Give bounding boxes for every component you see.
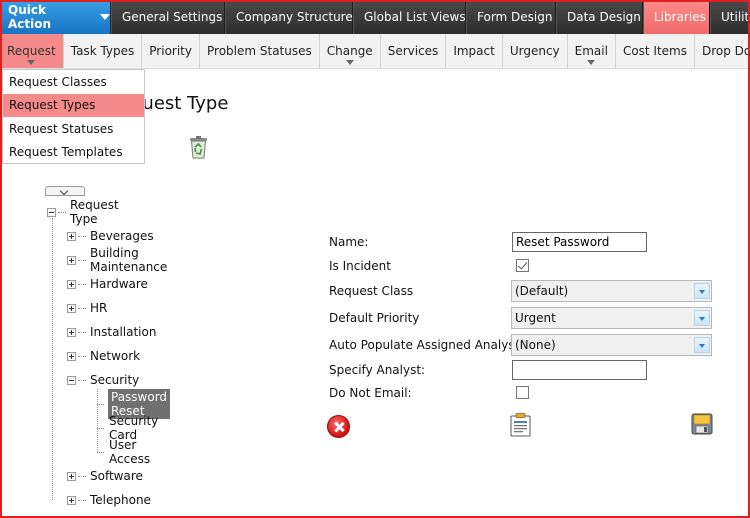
do-not-email-label: Do Not Email: bbox=[329, 386, 412, 400]
collapse-toggle-button[interactable] bbox=[45, 186, 85, 196]
nav-data-design[interactable]: Data Design bbox=[556, 0, 643, 34]
tree-node-network[interactable]: Network bbox=[67, 347, 143, 365]
expand-icon[interactable] bbox=[67, 255, 76, 265]
auto-populate-select[interactable]: (None) bbox=[511, 334, 712, 356]
expand-icon[interactable] bbox=[67, 351, 76, 361]
clipboard-icon[interactable] bbox=[510, 413, 531, 437]
save-icon[interactable] bbox=[691, 413, 713, 435]
subnav-problem-statuses[interactable]: Problem Statuses bbox=[200, 34, 320, 68]
tree-node-user-access[interactable]: User Access bbox=[97, 438, 153, 466]
chevron-down-icon bbox=[27, 60, 36, 65]
subnav-email[interactable]: Email bbox=[568, 34, 616, 68]
subnav-request-label: Request bbox=[7, 44, 56, 58]
tree-node-beverages[interactable]: Beverages bbox=[67, 227, 157, 245]
nav-libraries[interactable]: Libraries bbox=[643, 0, 710, 34]
tree-node-security[interactable]: Security bbox=[67, 371, 142, 389]
tree-node-security-card[interactable]: Security Card bbox=[97, 414, 161, 442]
nav-global-list-views[interactable]: Global List Views bbox=[353, 0, 466, 34]
specify-analyst-input[interactable] bbox=[512, 360, 647, 380]
library-subnav: Request Task Types Priority Problem Stat… bbox=[0, 34, 750, 69]
tree-node-label: Software bbox=[90, 469, 143, 483]
tree-node-label: User Access bbox=[109, 438, 151, 466]
do-not-email-checkbox[interactable] bbox=[516, 386, 529, 399]
auto-populate-label: Auto Populate Assigned Analyst: bbox=[329, 338, 524, 352]
tree-node-installation[interactable]: Installation bbox=[67, 323, 159, 341]
subnav-impact[interactable]: Impact bbox=[446, 34, 503, 68]
default-priority-value: Urgent bbox=[515, 311, 556, 325]
menu-item-request-classes[interactable]: Request Classes bbox=[3, 70, 144, 94]
chevron-down-icon[interactable] bbox=[694, 283, 710, 299]
tree-guide-line bbox=[52, 218, 53, 500]
request-class-value: (Default) bbox=[515, 284, 569, 298]
chevron-down-icon bbox=[587, 60, 596, 65]
tree-node-building-maintenance[interactable]: Building Maintenance bbox=[67, 246, 170, 274]
tree-node-label: Telephone bbox=[90, 493, 151, 507]
chevron-down-icon[interactable] bbox=[694, 337, 710, 353]
chevron-down-icon bbox=[345, 60, 354, 65]
tree-node-hr[interactable]: HR bbox=[67, 299, 110, 317]
tree-node-hardware[interactable]: Hardware bbox=[67, 275, 151, 293]
menu-item-request-templates[interactable]: Request Templates bbox=[3, 141, 144, 165]
menu-item-request-types[interactable]: Request Types bbox=[3, 93, 144, 117]
collapse-icon[interactable] bbox=[67, 375, 76, 385]
tree-node-label: Network bbox=[90, 349, 141, 363]
tree-node-label: HR bbox=[90, 301, 108, 315]
nav-general-settings[interactable]: General Settings bbox=[111, 0, 225, 34]
collapse-icon[interactable] bbox=[47, 207, 56, 217]
top-navigation: Quick Action General Settings Company St… bbox=[0, 0, 750, 34]
subnav-email-label: Email bbox=[574, 44, 608, 58]
expand-icon[interactable] bbox=[67, 231, 76, 241]
tree-node-label: Building Maintenance bbox=[90, 246, 168, 274]
subnav-urgency[interactable]: Urgency bbox=[503, 34, 568, 68]
tree-node-password-reset[interactable]: Password Reset bbox=[97, 389, 171, 419]
request-dropdown-menu: Request Classes Request Types Request St… bbox=[2, 69, 145, 164]
nav-utilities[interactable]: Utiliti bbox=[710, 0, 750, 34]
expand-icon[interactable] bbox=[67, 279, 76, 289]
subnav-task-types[interactable]: Task Types bbox=[64, 34, 143, 68]
chevron-down-icon bbox=[100, 14, 110, 20]
cancel-icon[interactable] bbox=[327, 415, 350, 438]
subnav-cost-items[interactable]: Cost Items bbox=[616, 34, 695, 68]
tree-node-root[interactable]: Request Type bbox=[47, 198, 122, 226]
expand-icon[interactable] bbox=[67, 327, 76, 337]
tree-node-label: Beverages bbox=[90, 229, 154, 243]
subnav-change[interactable]: Change bbox=[320, 34, 381, 68]
nav-form-design[interactable]: Form Design bbox=[466, 0, 556, 34]
is-incident-checkbox[interactable] bbox=[516, 259, 529, 272]
is-incident-label: Is Incident bbox=[329, 259, 391, 273]
name-input[interactable] bbox=[512, 232, 647, 252]
request-class-label: Request Class bbox=[329, 284, 414, 298]
tree-node-label: Request Type bbox=[70, 198, 119, 226]
expand-icon[interactable] bbox=[67, 303, 76, 313]
expand-icon[interactable] bbox=[67, 471, 76, 481]
specify-analyst-label: Specify Analyst: bbox=[329, 363, 426, 377]
auto-populate-value: (None) bbox=[515, 338, 556, 352]
chevron-down-icon[interactable] bbox=[694, 310, 710, 326]
expand-icon[interactable] bbox=[67, 495, 76, 505]
request-class-select[interactable]: (Default) bbox=[511, 280, 712, 302]
subnav-request[interactable]: Request bbox=[0, 34, 64, 68]
nav-company-structure[interactable]: Company Structure bbox=[225, 0, 353, 34]
subnav-priority[interactable]: Priority bbox=[142, 34, 200, 68]
tree-node-software[interactable]: Software bbox=[67, 467, 146, 485]
quick-action-button[interactable]: Quick Action bbox=[0, 0, 111, 34]
subnav-drop-down[interactable]: Drop Down bbox=[695, 34, 750, 68]
default-priority-select[interactable]: Urgent bbox=[511, 307, 712, 329]
tree-node-label: Hardware bbox=[90, 277, 148, 291]
tree-node-label: Security bbox=[90, 373, 140, 387]
tree-node-label: Installation bbox=[90, 325, 157, 339]
subnav-change-label: Change bbox=[326, 44, 373, 58]
recycle-bin-icon[interactable] bbox=[188, 136, 209, 159]
page-title: quest Type bbox=[131, 93, 229, 114]
quick-action-label: Quick Action bbox=[8, 3, 52, 31]
menu-item-request-statuses[interactable]: Request Statuses bbox=[3, 117, 144, 141]
tree-node-telephone[interactable]: Telephone bbox=[67, 491, 154, 509]
default-priority-label: Default Priority bbox=[329, 311, 420, 325]
subnav-services[interactable]: Services bbox=[381, 34, 447, 68]
name-label: Name: bbox=[329, 235, 369, 249]
